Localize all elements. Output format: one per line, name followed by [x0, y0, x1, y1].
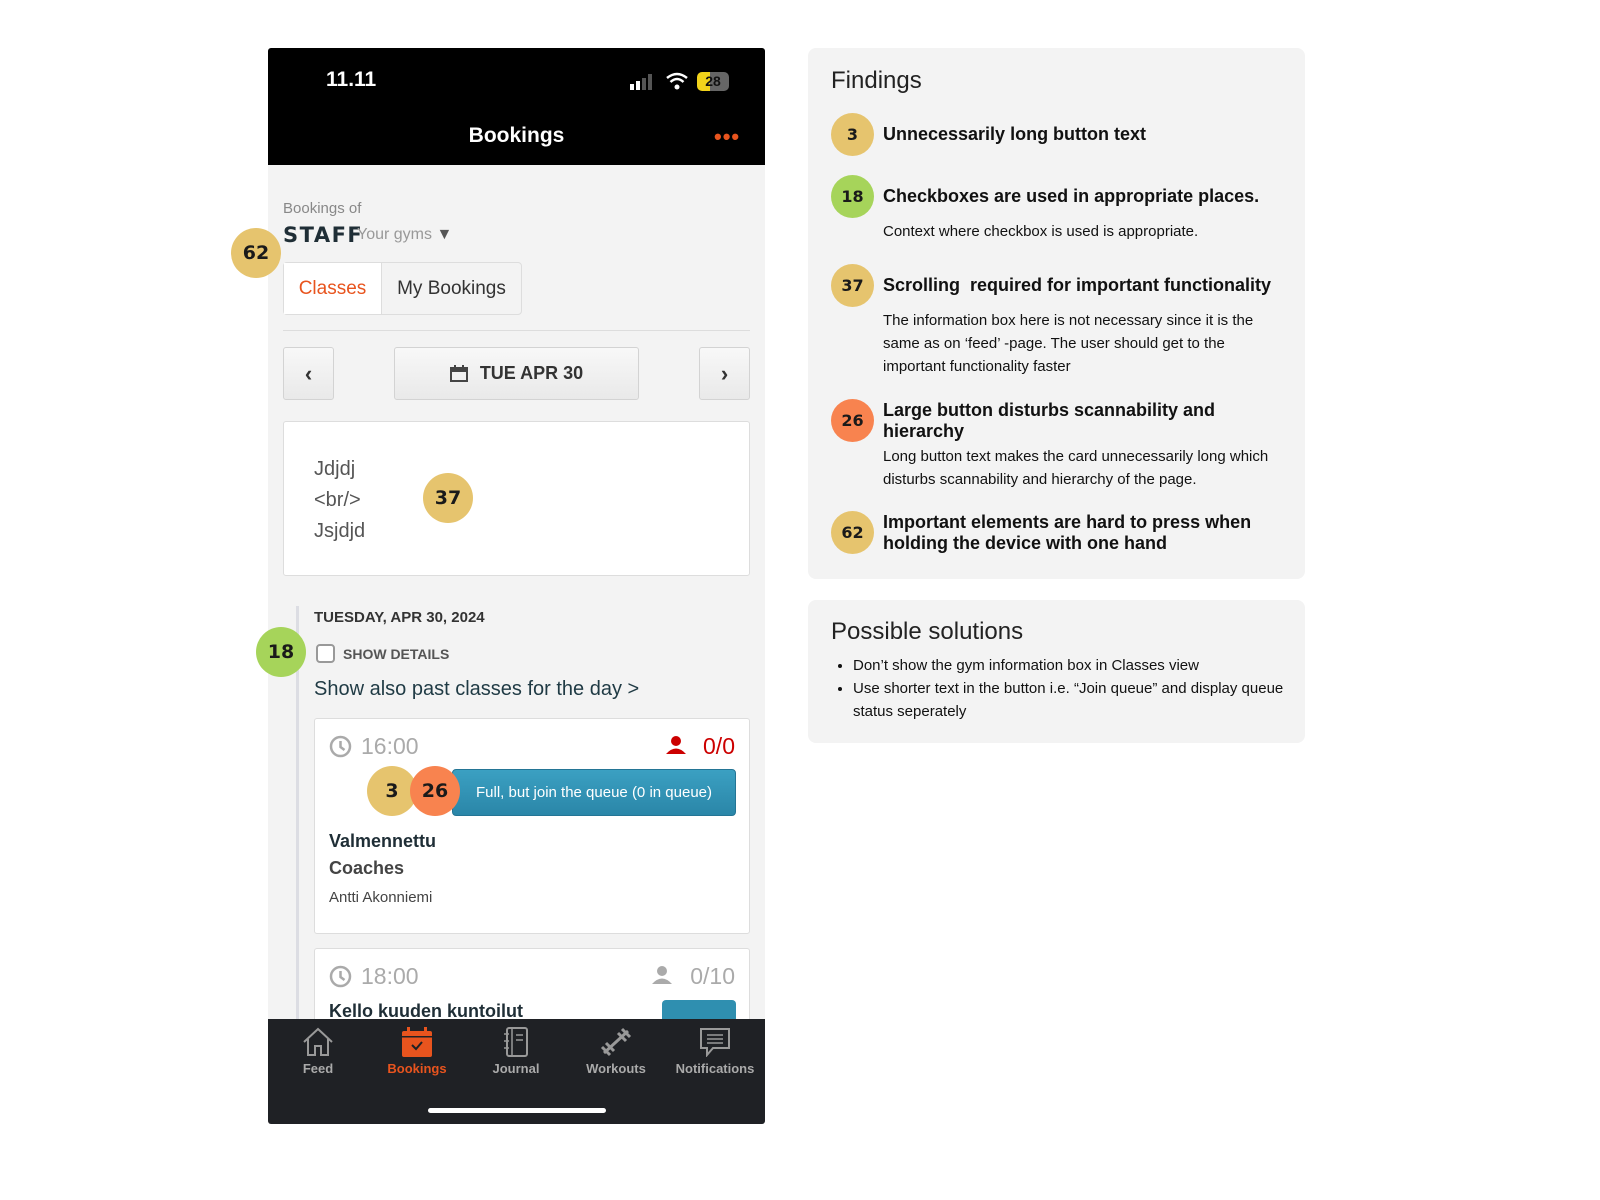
tab-bookings[interactable]: Bookings — [367, 1027, 467, 1076]
tab-notifications[interactable]: Notifications — [665, 1027, 765, 1076]
finding-title: Checkboxes are used in appropriate place… — [883, 186, 1260, 206]
home-icon — [303, 1027, 333, 1056]
timeline-rule — [296, 606, 299, 1076]
tab-my-bookings[interactable]: My Bookings — [382, 263, 521, 314]
class-capacity: 0/0 — [703, 733, 735, 759]
journal-icon — [504, 1027, 528, 1057]
gym-selector-label: Your gyms — [357, 226, 432, 243]
person-icon — [666, 736, 686, 754]
info-line: Jsjdjd — [314, 520, 366, 542]
home-indicator — [428, 1108, 606, 1113]
battery-indicator: 28 — [697, 72, 729, 91]
gym-info-box: Jdjdj <br/> Jsjdjd — [283, 421, 750, 576]
solutions-list: Don’t show the gym information box in Cl… — [853, 654, 1293, 723]
solution-item: Use shorter text in the button i.e. “Joi… — [853, 677, 1293, 723]
finding-title: Scrolling required for important functio… — [883, 275, 1272, 295]
tab-bar: Feed Bookings Journal Workouts Notificat… — [268, 1019, 765, 1124]
person-icon — [652, 966, 672, 984]
signal-icon — [630, 74, 652, 90]
status-time: 11.11 — [326, 68, 377, 91]
clock-icon — [329, 735, 352, 758]
tab-label: Workouts — [586, 1061, 646, 1076]
findings-panel: Findings 3 Unnecessarily long button tex… — [808, 48, 1305, 579]
class-card[interactable]: 16:00 0/0 Full, but join the queue (0 in… — [314, 718, 750, 934]
solution-item: Don’t show the gym information box in Cl… — [853, 654, 1293, 677]
annotation-badge: 62 — [231, 228, 281, 278]
finding-title: Large button disturbs scannability and h… — [883, 400, 1216, 441]
show-details-label: SHOW DETAILS — [343, 646, 450, 662]
finding-desc: The information box here is not necessar… — [883, 312, 1254, 375]
finding-desc: Long button text makes the card unnecess… — [883, 448, 1269, 488]
top-bar: 11.11 28 Bookings ••• — [268, 48, 765, 165]
finding-title: Important elements are hard to press whe… — [883, 512, 1252, 553]
tab-classes[interactable]: Classes — [284, 263, 382, 314]
past-classes-link[interactable]: Show also past classes for the day > — [314, 678, 639, 701]
show-details-checkbox[interactable] — [316, 644, 335, 663]
wifi-icon — [666, 72, 688, 90]
finding-badge: 26 — [831, 399, 874, 442]
class-time: 18:00 — [361, 963, 419, 989]
tab-workouts[interactable]: Workouts — [566, 1027, 666, 1076]
ellipsis-icon[interactable]: ••• — [714, 124, 740, 150]
info-line: Jdjdj — [314, 458, 356, 480]
calendar-icon — [449, 365, 468, 382]
class-name: Valmennettu — [329, 831, 437, 851]
date-picker-button[interactable]: TUE APR 30 — [394, 347, 639, 400]
finding-badge: 62 — [831, 511, 874, 554]
tab-label: Feed — [302, 1061, 334, 1076]
gym-selector[interactable]: Your gyms ▼ — [357, 226, 452, 244]
annotation-badge: 37 — [423, 473, 473, 523]
findings-title: Findings — [831, 67, 922, 94]
divider — [283, 330, 750, 331]
solutions-title: Possible solutions — [831, 618, 1024, 645]
clock-icon — [329, 965, 352, 988]
finding-desc: Context where checkbox is used is approp… — [883, 223, 1199, 240]
day-heading: TUESDAY, APR 30, 2024 — [314, 609, 485, 626]
tab-label: Journal — [492, 1061, 540, 1076]
caret-down-icon: ▼ — [436, 226, 453, 243]
class-category: Coaches — [329, 858, 405, 878]
header-title: Bookings — [468, 124, 565, 147]
class-instructor: Antti Akonniemi — [329, 889, 433, 906]
phone-screen: 11.11 28 Bookings ••• Bookings of STAFF … — [268, 48, 765, 1124]
tab-feed[interactable]: Feed — [268, 1027, 368, 1076]
finding-badge: 3 — [831, 113, 874, 156]
class-time: 16:00 — [361, 733, 419, 759]
view-tabs: Classes My Bookings — [283, 262, 522, 315]
date-label: TUE APR 30 — [479, 363, 584, 383]
tab-label: Notifications — [675, 1061, 755, 1076]
annotation-badge: 18 — [256, 627, 306, 677]
chat-icon — [700, 1028, 730, 1057]
join-queue-button[interactable]: Full, but join the queue (0 in queue) — [452, 769, 736, 816]
solutions-panel: Possible solutions Don’t show the gym in… — [808, 600, 1305, 743]
finding-title: Unnecessarily long button text — [883, 124, 1147, 144]
finding-badge: 18 — [831, 175, 874, 218]
tab-journal[interactable]: Journal — [466, 1027, 566, 1076]
annotation-badge: 26 — [410, 766, 460, 816]
finding-badge: 37 — [831, 264, 874, 307]
calendar-icon — [402, 1027, 432, 1057]
class-capacity: 0/10 — [690, 963, 735, 989]
info-line: <br/> — [314, 489, 361, 511]
gym-name: STAFF — [283, 223, 364, 247]
tab-label: Bookings — [387, 1061, 447, 1076]
next-day-button[interactable]: › — [699, 347, 750, 400]
dumbbell-icon — [600, 1027, 632, 1057]
prev-day-button[interactable]: ‹ — [283, 347, 334, 400]
bookings-of-label: Bookings of — [283, 200, 362, 217]
